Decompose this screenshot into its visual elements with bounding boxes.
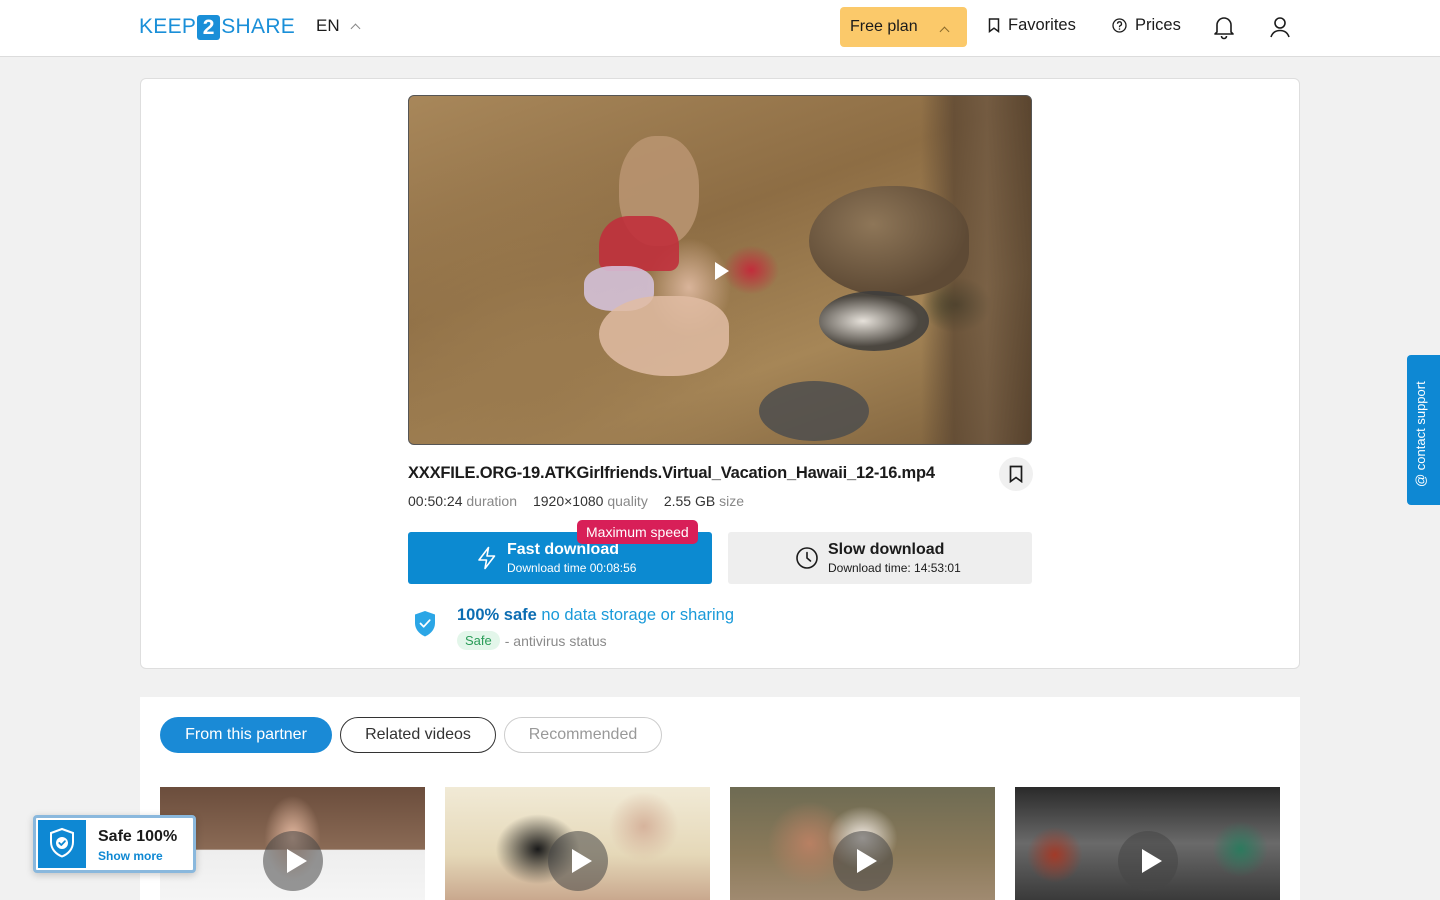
size-value: 2.55 GB — [663, 493, 716, 509]
slow-download-time: Download time: 14:53:01 — [828, 561, 961, 575]
slow-download-title: Slow download — [828, 541, 945, 558]
antivirus-status-text: - antivirus status — [504, 632, 607, 649]
safety-statement: 100% safe no data storage or sharing — [457, 606, 734, 625]
chevron-up-icon — [350, 23, 361, 33]
video-thumbnail[interactable] — [730, 787, 995, 900]
duration-label: duration — [466, 493, 517, 509]
quality-value: 1920×1080 — [532, 493, 604, 509]
question-circle-icon — [1112, 18, 1127, 33]
duration-value: 00:50:24 — [408, 493, 463, 509]
bell-icon[interactable] — [1213, 14, 1235, 40]
user-icon[interactable] — [1269, 14, 1291, 40]
video-player[interactable] — [408, 95, 1032, 445]
play-icon[interactable] — [263, 831, 323, 891]
plan-button[interactable]: Free plan — [840, 7, 967, 47]
file-name: XXXFILE.ORG-19.ATKGirlfriends.Virtual_Va… — [408, 464, 935, 482]
slow-download-button[interactable]: Slow download Download time: 14:53:01 — [728, 532, 1032, 584]
tab-recommended[interactable]: Recommended — [504, 717, 662, 753]
play-icon[interactable] — [548, 831, 608, 891]
play-icon[interactable] — [715, 262, 729, 280]
tab-from-this-partner[interactable]: From this partner — [160, 717, 332, 753]
video-thumbnail[interactable] — [1015, 787, 1280, 900]
language-selector[interactable]: EN — [316, 16, 361, 36]
size-item: 2.55 GB size — [664, 493, 744, 509]
contact-support-label: @ contact support — [1413, 381, 1428, 487]
language-label: EN — [316, 16, 340, 35]
chevron-up-icon — [939, 26, 950, 37]
max-speed-badge: Maximum speed — [577, 520, 698, 544]
shield-badge — [38, 820, 86, 868]
video-frame-detail — [819, 291, 929, 351]
safe-widget[interactable]: Safe 100% Show more — [33, 815, 196, 873]
show-more-link[interactable]: Show more — [98, 849, 163, 863]
contact-support-tab[interactable]: @ contact support — [1407, 355, 1440, 505]
video-frame-detail — [599, 216, 679, 271]
logo-text-left: KEEP — [139, 15, 197, 38]
file-meta: 00:50:24 duration 1920×1080 quality 2.55… — [408, 493, 744, 509]
fast-download-time: Download time 00:08:56 — [507, 561, 637, 575]
bookmark-icon — [988, 18, 1000, 33]
widget-title: Safe 100% — [98, 828, 178, 845]
antivirus-status: Safe - antivirus status — [457, 631, 607, 650]
prices-link[interactable]: Prices — [1112, 16, 1181, 35]
favorites-link[interactable]: Favorites — [988, 16, 1076, 35]
logo-text-right: SHARE — [221, 15, 296, 38]
video-frame-detail — [809, 186, 969, 296]
duration-item: 00:50:24 duration — [408, 493, 517, 509]
tab-related-videos[interactable]: Related videos — [340, 717, 496, 753]
lightning-icon — [478, 546, 496, 570]
video-frame-detail — [599, 296, 729, 376]
prices-label: Prices — [1135, 16, 1181, 34]
quality-item: 1920×1080 quality — [533, 493, 648, 509]
play-icon[interactable] — [1118, 831, 1178, 891]
video-thumbnail[interactable] — [160, 787, 425, 900]
size-label: size — [719, 493, 744, 509]
logo-text-mid: 2 — [197, 14, 221, 40]
video-thumbnail[interactable] — [445, 787, 710, 900]
shield-check-icon — [50, 827, 74, 858]
favorites-label: Favorites — [1008, 16, 1076, 34]
related-section: From this partner Related videos Recomme… — [140, 697, 1300, 900]
status-badge: Safe — [457, 631, 500, 650]
safety-bold: 100% safe — [457, 606, 537, 624]
play-icon[interactable] — [833, 831, 893, 891]
video-frame-detail — [759, 381, 869, 441]
shield-check-icon — [415, 611, 435, 637]
bookmark-icon — [1009, 465, 1023, 483]
safety-text: no data storage or sharing — [541, 606, 735, 624]
file-card: XXXFILE.ORG-19.ATKGirlfriends.Virtual_Va… — [140, 78, 1300, 669]
quality-label: quality — [607, 493, 648, 509]
site-logo[interactable]: KEEP 2 SHARE — [139, 14, 295, 40]
clock-icon — [796, 547, 818, 569]
top-header: KEEP 2 SHARE EN Free plan Favorites Pric… — [0, 0, 1440, 57]
bookmark-button[interactable] — [999, 457, 1033, 491]
plan-label: Free plan — [850, 18, 918, 35]
